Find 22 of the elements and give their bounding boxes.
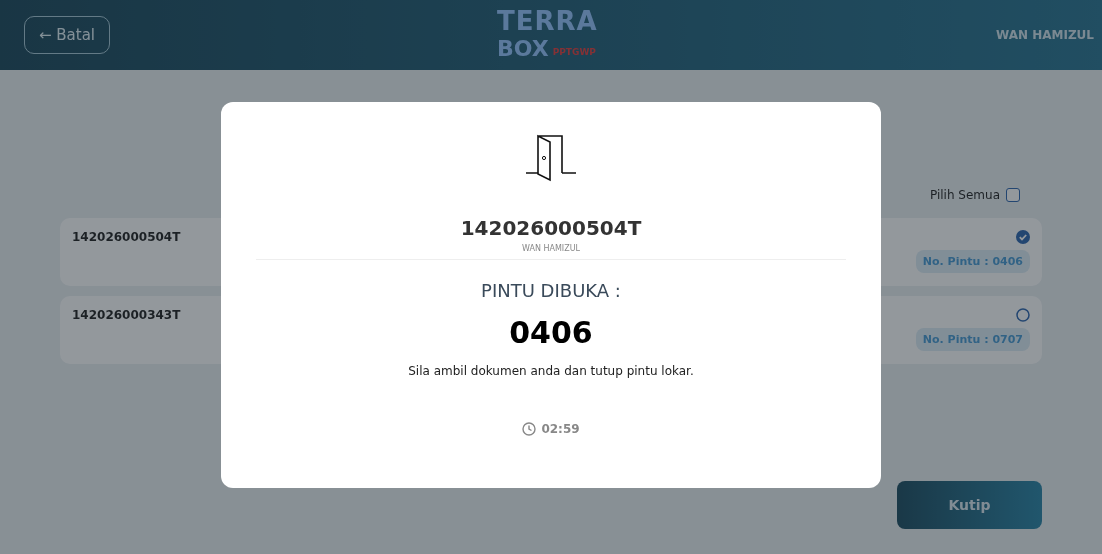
owner-name: WAN HAMIZUL [522, 244, 580, 253]
clock-icon [522, 422, 537, 436]
instruction-text: Sila ambil dokumen anda dan tutup pintu lokar. [408, 364, 694, 378]
radio-circle-icon[interactable] [1016, 308, 1030, 322]
collect-button[interactable]: Kutip [897, 481, 1042, 529]
checked-circle-icon[interactable] [1016, 230, 1030, 244]
door-number: 0406 [509, 315, 593, 350]
document-id: 142026000504T [460, 216, 642, 240]
dialog-heading: PINTU DIBUKA : [481, 280, 621, 301]
door-number-badge: No. Pintu : 0406 [915, 250, 1030, 273]
countdown-timer: 02:59 [541, 422, 580, 436]
select-all-checkbox[interactable] [1006, 188, 1020, 202]
logo-text: BOX [497, 36, 549, 61]
logo-text: TERRA [497, 6, 598, 36]
document-id: 142026000504T [72, 230, 181, 246]
document-id: 142026000343T [72, 308, 181, 324]
logo-tagline: PPTGWP [552, 47, 596, 57]
user-name: WAN HAMIZUL [995, 28, 1095, 42]
door-number-badge: No. Pintu : 0707 [915, 328, 1030, 351]
select-all-label: Pilih Semua [929, 188, 1000, 202]
door-icon [525, 132, 577, 184]
back-button[interactable]: ← Batal [24, 16, 110, 54]
